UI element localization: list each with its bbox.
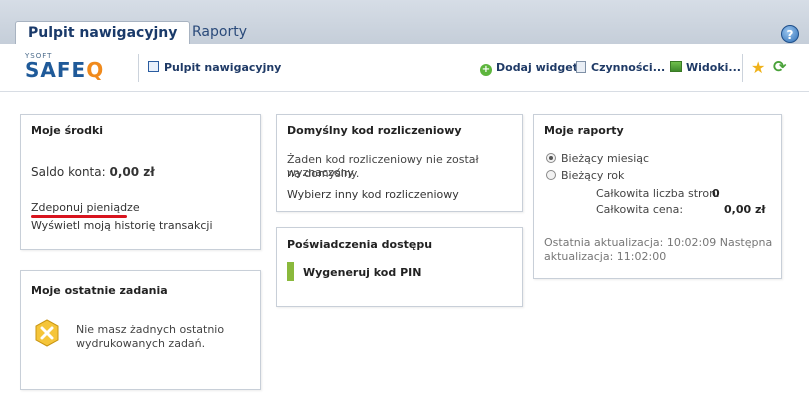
balance-row: Saldo konta: 0,00 zł [31,165,155,179]
views-icon [670,61,682,72]
panel-title: Moje środki [31,124,104,137]
radio-selected-icon [546,153,556,163]
help-icon[interactable]: ? [781,25,799,43]
red-underline-annotation [31,215,127,218]
tab-reports[interactable]: Raporty [180,21,259,45]
choose-billing-code-link[interactable]: Wybierz inny kod rozliczeniowy [287,188,459,201]
panel-title: Moje raporty [544,124,624,137]
radio-current-month[interactable]: Bieżący miesiąc [546,152,649,165]
balance-value: 0,00 zł [109,165,155,179]
my-reports-panel: Moje raporty Bieżący miesiąc Bieżący rok… [533,114,782,279]
document-icon [576,61,586,73]
radio-current-year[interactable]: Bieżący rok [546,169,624,182]
refresh-icon[interactable]: ⟳ [773,57,786,76]
recent-jobs-panel: Moje ostatnie zadania Nie masz żadnych o… [20,270,261,390]
panel-title: Moje ostatnie zadania [31,284,168,297]
dashboard-button[interactable]: Pulpit nawigacyjny [148,61,281,74]
total-price-label: Całkowita cena: [596,203,684,216]
ysoft-safeq-logo: YSOFT SAFEQ [25,52,105,82]
views-button[interactable]: Widoki... [670,61,741,74]
deposit-link[interactable]: Zdeponuj pieniądze [31,201,140,214]
panel-title: Poświadczenia dostępu [287,238,433,251]
total-pages-value: 0 [712,187,720,200]
warning-icon [35,319,59,347]
toolbar: YSOFT SAFEQ Pulpit nawigacyjny + Dodaj wi… [0,44,809,92]
actions-button[interactable]: Czynności... [576,61,665,74]
tab-bar: Pulpit nawigacyjny Raporty ? [0,0,809,46]
plus-icon: + [480,64,492,76]
total-pages-label: Całkowita liczba stron: [596,187,720,200]
last-update-line1: Ostatnia aktualizacja: 10:02:09 Następna [544,236,773,249]
panel-title: Domyślny kod rozliczeniowy [287,124,462,137]
tab-dashboard[interactable]: Pulpit nawigacyjny [15,21,191,46]
default-billing-code-panel: Domyślny kod rozliczeniowy Żaden kod roz… [276,114,523,212]
empty-jobs-line1: Nie masz żadnych ostatnio [76,323,225,336]
transaction-history-link[interactable]: Wyświetl moją historię transakcji [31,219,213,232]
favorite-star-icon[interactable]: ★ [751,58,765,77]
total-price-value: 0,00 zł [724,203,766,216]
add-widget-button[interactable]: + Dodaj widget [480,61,578,76]
page-icon [148,61,159,72]
toolbar-divider [138,54,139,82]
funds-panel: Moje środki Saldo konta: 0,00 zł Zdeponu… [20,114,261,250]
toolbar-divider [742,54,743,82]
empty-jobs-line2: wydrukowanych zadań. [76,337,206,350]
billing-info-line2: na domyślny. [287,167,360,180]
pin-accent-bar [287,262,294,281]
generate-pin-button[interactable]: Wygeneruj kod PIN [303,266,421,279]
radio-unselected-icon [546,170,556,180]
access-credentials-panel: Poświadczenia dostępu Wygeneruj kod PIN [276,227,523,307]
last-update-line2: aktualizacja: 11:02:00 [544,250,667,263]
